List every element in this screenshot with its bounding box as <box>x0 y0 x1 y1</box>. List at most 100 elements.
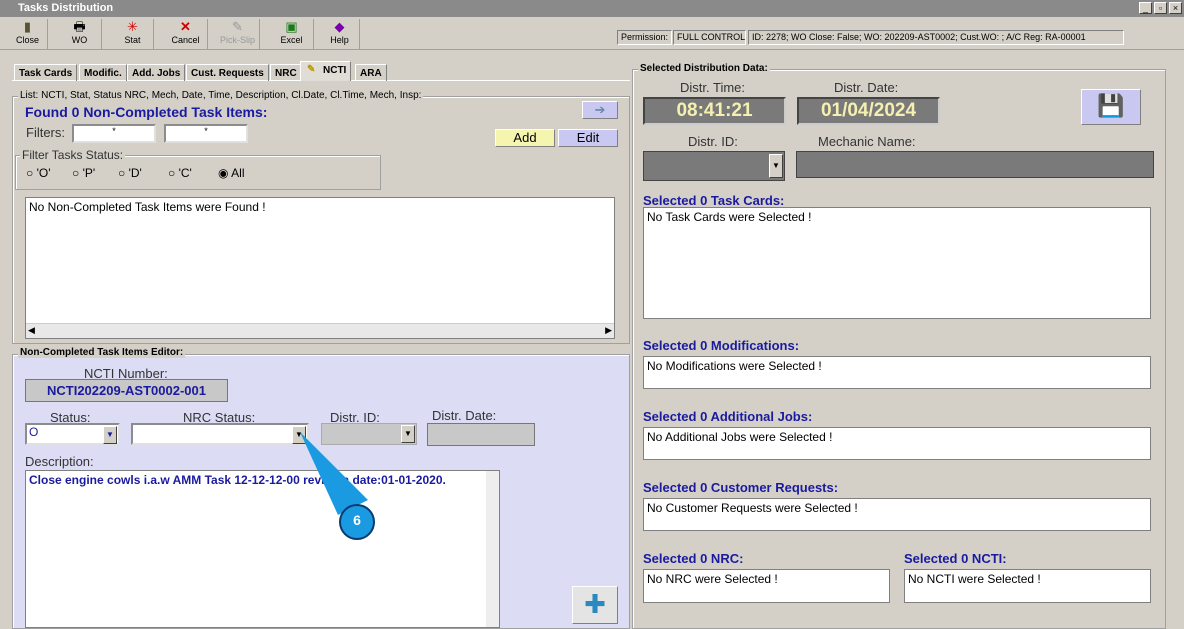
stat-button[interactable]: ✳ Stat <box>112 19 154 49</box>
tab-add-jobs[interactable]: Add. Jobs <box>127 64 186 81</box>
tab-modific[interactable]: Modific. <box>79 64 127 81</box>
printer-icon: 🖶 <box>73 19 86 34</box>
empty-message: No Customer Requests were Selected ! <box>647 501 858 515</box>
label: Close <box>15 35 39 45</box>
floppy-disk-icon: 💾 <box>1097 93 1125 118</box>
excel-icon: ▣ <box>285 19 298 34</box>
pick-slip-button[interactable]: ✎ Pick-Slip <box>216 19 260 49</box>
additional-jobs-title: Selected 0 Additional Jobs: <box>643 409 813 424</box>
ncti-list[interactable]: No NCTI were Selected ! <box>904 569 1151 603</box>
distr-date-label-right: Distr. Date: <box>834 80 899 95</box>
modifications-list[interactable]: No Modifications were Selected ! <box>643 356 1151 389</box>
label: Help <box>330 35 349 45</box>
radio-d[interactable]: ○ 'D' <box>118 166 142 180</box>
label: Excel <box>280 35 303 45</box>
empty-message: No NCTI were Selected ! <box>908 572 1041 586</box>
callout-pointer <box>300 432 375 540</box>
additional-jobs-list[interactable]: No Additional Jobs were Selected ! <box>643 427 1151 460</box>
label: All <box>231 166 245 180</box>
ncti-title: Selected 0 NCTI: <box>904 551 1007 566</box>
edit-button[interactable]: Edit <box>558 129 618 147</box>
label: 'P' <box>82 166 96 180</box>
horizontal-scrollbar[interactable]: ◀ ▶ <box>26 323 614 338</box>
nrc-title: Selected 0 NRC: <box>643 551 744 566</box>
window-title: Tasks Distribution <box>18 2 114 14</box>
tab-cust-requests[interactable]: Cust. Requests <box>186 64 269 81</box>
label: WO <box>71 35 88 45</box>
task-cards-title: Selected 0 Task Cards: <box>643 193 785 208</box>
label: 'C' <box>178 166 192 180</box>
task-items-list[interactable]: No Non-Completed Task Items were Found ! <box>25 197 615 339</box>
ncti-number: NCTI202209-AST0002-001 <box>25 379 228 402</box>
permission-value: FULL CONTROL <box>673 30 746 45</box>
status-select[interactable]: O ▼ <box>25 423 120 445</box>
label: 'O' <box>36 166 51 180</box>
add-new-button[interactable]: ✚ <box>572 586 618 624</box>
filter-input-1[interactable]: * <box>72 124 156 143</box>
empty-message: No NRC were Selected ! <box>647 572 778 586</box>
add-button[interactable]: Add <box>495 129 555 147</box>
customer-requests-list[interactable]: No Customer Requests were Selected ! <box>643 498 1151 531</box>
empty-message: No Additional Jobs were Selected ! <box>647 430 833 444</box>
filter-input-2[interactable]: * <box>164 124 248 143</box>
pick-slip-icon: ✎ <box>232 19 243 34</box>
empty-message: No Non-Completed Task Items were Found ! <box>29 200 266 214</box>
vertical-scrollbar[interactable] <box>486 471 499 627</box>
editor-legend: Non-Completed Task Items Editor: <box>18 347 186 358</box>
help-icon: ◆ <box>334 19 345 34</box>
label: 'D' <box>128 166 142 180</box>
arrow-right-icon: ➔ <box>594 102 606 117</box>
modifications-title: Selected 0 Modifications: <box>643 338 800 353</box>
mechanic-name-field <box>796 151 1154 178</box>
radio-o[interactable]: ○ 'O' <box>26 166 51 180</box>
close-button[interactable]: ▮ Close <box>8 19 48 49</box>
list-legend: List: NCTI, Stat, Status NRC, Mech, Date… <box>18 90 424 101</box>
radio-all[interactable]: ◉ All <box>218 166 245 180</box>
mechanic-name-label: Mechanic Name: <box>818 134 916 149</box>
permission-label: Permission: <box>617 30 672 45</box>
door-icon: ▮ <box>23 19 32 34</box>
empty-message: No Modifications were Selected ! <box>647 359 822 373</box>
note-icon: ✎ <box>307 64 316 75</box>
save-button[interactable]: 💾 <box>1081 89 1141 125</box>
distr-date-field <box>427 423 535 446</box>
chevron-down-icon: ▼ <box>401 425 415 443</box>
found-count: Found 0 Non-Completed Task Items: <box>25 104 268 120</box>
distr-id-dropdown[interactable]: ▼ <box>643 151 785 181</box>
label: Pick-Slip <box>219 35 255 45</box>
customer-requests-title: Selected 0 Customer Requests: <box>643 480 839 495</box>
value: O <box>29 425 39 439</box>
cancel-button[interactable]: ✕ Cancel <box>164 19 208 49</box>
filter-status-legend: Filter Tasks Status: <box>20 148 126 162</box>
tab-nrc[interactable]: NRC <box>270 64 302 81</box>
callout-number: 6 <box>353 512 361 528</box>
description-textarea[interactable]: Close engine cowls i.a.w AMM Task 12-12-… <box>25 470 500 628</box>
label: Stat <box>124 35 141 45</box>
radio-p[interactable]: ○ 'P' <box>72 166 95 180</box>
distr-date: 01/04/2024 <box>797 97 940 125</box>
tab-task-cards[interactable]: Task Cards <box>14 64 78 81</box>
nrc-list[interactable]: No NRC were Selected ! <box>643 569 890 603</box>
arrow-right-button[interactable]: ➔ <box>582 101 618 119</box>
task-cards-list[interactable]: No Task Cards were Selected ! <box>643 207 1151 319</box>
help-button[interactable]: ◆ Help <box>320 19 360 49</box>
chevron-down-icon: ▼ <box>769 154 783 178</box>
excel-button[interactable]: ▣ Excel <box>270 19 314 49</box>
plus-icon: ✚ <box>584 589 606 619</box>
tab-label: NCTI <box>323 65 347 76</box>
tab-ara[interactable]: ARA <box>355 64 387 81</box>
wo-info: ID: 2278; WO Close: False; WO: 202209-AS… <box>748 30 1124 45</box>
nrc-status-select[interactable]: ▼ <box>131 423 309 445</box>
tab-ncti[interactable]: ✎ NCTI <box>300 61 352 81</box>
restore-button[interactable]: ▫ <box>1154 2 1167 14</box>
radio-c[interactable]: ○ 'C' <box>168 166 192 180</box>
cancel-icon: ✕ <box>180 19 191 34</box>
description-label: Description: <box>25 454 94 469</box>
close-window-button[interactable]: × <box>1169 2 1182 14</box>
distr-time-label: Distr. Time: <box>680 80 746 95</box>
title-bar: Tasks Distribution <box>0 0 1184 17</box>
wo-button[interactable]: 🖶 WO <box>58 19 102 49</box>
minimize-button[interactable]: _ <box>1139 2 1152 14</box>
chevron-down-icon: ▼ <box>103 426 117 444</box>
distr-date-label: Distr. Date: <box>432 408 497 423</box>
